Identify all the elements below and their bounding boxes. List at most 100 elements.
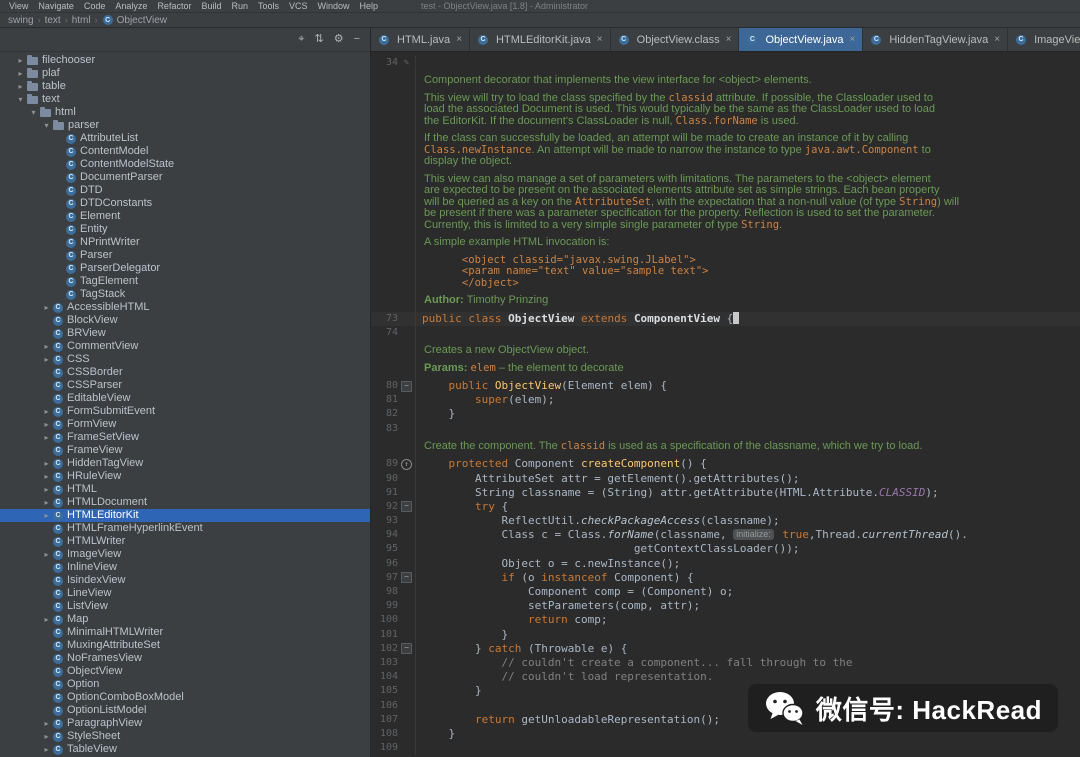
code-line-96[interactable]: 96 Object o = c.newInstance(); — [371, 556, 1080, 571]
close-icon[interactable]: × — [994, 34, 1000, 45]
code-line-81[interactable]: 81 super(elem); — [371, 393, 1080, 408]
tree-item-tagelement[interactable]: C TagElement — [0, 275, 370, 288]
tree-item-cssborder[interactable]: C CSSBorder — [0, 366, 370, 379]
tree-item-css[interactable]: ▸ C CSS — [0, 353, 370, 366]
code-line-95[interactable]: 95 getContextClassLoader()); — [371, 542, 1080, 557]
code-line-109[interactable]: 109 — [371, 741, 1080, 756]
menu-item-run[interactable]: Run — [226, 1, 253, 11]
override-marker-icon[interactable]: ↑ — [401, 458, 412, 470]
project-tree[interactable]: ▸ filechooser ▸ plaf ▸ table ▾ text ▾ html ▾ parser… — [0, 52, 370, 757]
fold-icon[interactable]: − — [401, 643, 412, 655]
chevron-closed-icon[interactable]: ▸ — [41, 353, 52, 366]
tree-item-optioncomboboxmodel[interactable]: C OptionComboBoxModel — [0, 691, 370, 704]
code-line-99[interactable]: 99 setParameters(comp, attr); — [371, 599, 1080, 614]
tree-item-element[interactable]: C Element — [0, 210, 370, 223]
close-icon[interactable]: × — [597, 34, 603, 45]
tree-item-htmlwriter[interactable]: C HTMLWriter — [0, 535, 370, 548]
settings-icon[interactable]: ⚙ — [334, 34, 344, 45]
tree-item-stylesheet[interactable]: ▸ C StyleSheet — [0, 730, 370, 743]
tree-item-entity[interactable]: C Entity — [0, 223, 370, 236]
tree-item-accessiblehtml[interactable]: ▸ C AccessibleHTML — [0, 301, 370, 314]
chevron-closed-icon[interactable]: ▸ — [41, 301, 52, 314]
breadcrumb-item-text[interactable]: text — [45, 15, 61, 26]
tree-item-framesetview[interactable]: ▸ C FrameSetView — [0, 431, 370, 444]
tree-item-hruleview[interactable]: ▸ C HRuleView — [0, 470, 370, 483]
tab-imageview.java[interactable]: CImageView.java× — [1008, 28, 1080, 51]
tree-item-tableview[interactable]: ▸ C TableView — [0, 743, 370, 756]
tab-html.java[interactable]: C HTML.java × — [371, 28, 471, 51]
tree-item-paragraphview[interactable]: ▸ C ParagraphView — [0, 717, 370, 730]
fold-icon[interactable]: − — [401, 572, 412, 584]
code-line-83[interactable]: 83 — [371, 421, 1080, 436]
rendered-doc-toggle-icon[interactable]: ✎ — [404, 58, 409, 68]
sort-icon[interactable]: ⇅ — [314, 34, 323, 45]
tab-objectview.class[interactable]: C ObjectView.class × — [611, 28, 740, 51]
code-line-74[interactable]: 74 — [371, 325, 1080, 341]
code-line-94[interactable]: 94 Class c = Class.forName(classname, in… — [371, 528, 1080, 543]
chevron-closed-icon[interactable]: ▸ — [41, 431, 52, 444]
fold-icon[interactable]: − — [401, 380, 412, 392]
locate-icon[interactable]: ⌖ — [298, 34, 304, 45]
tree-item-attributelist[interactable]: C AttributeList — [0, 132, 370, 145]
close-icon[interactable]: × — [726, 34, 732, 45]
tree-item-formsubmitevent[interactable]: ▸ C FormSubmitEvent — [0, 405, 370, 418]
tree-item-map[interactable]: ▸ C Map — [0, 613, 370, 626]
tree-item-dtd[interactable]: C DTD — [0, 184, 370, 197]
fold-icon[interactable]: − — [401, 501, 412, 513]
tree-item-blockview[interactable]: C BlockView — [0, 314, 370, 327]
tree-item-filechooser[interactable]: ▸ filechooser — [0, 54, 370, 67]
tree-item-documentparser[interactable]: C DocumentParser — [0, 171, 370, 184]
chevron-closed-icon[interactable]: ▸ — [41, 717, 52, 730]
menu-item-view[interactable]: View — [4, 1, 33, 11]
tree-item-htmlframehyperlinkevent[interactable]: C HTMLFrameHyperlinkEvent — [0, 522, 370, 535]
hide-icon[interactable]: − — [354, 34, 360, 45]
chevron-closed-icon[interactable]: ▸ — [41, 483, 52, 496]
chevron-closed-icon[interactable]: ▸ — [41, 730, 52, 743]
tree-item-optionlistmodel[interactable]: C OptionListModel — [0, 704, 370, 717]
tree-item-muxingattributeset[interactable]: C MuxingAttributeSet — [0, 639, 370, 652]
tree-item-nprintwriter[interactable]: C NPrintWriter — [0, 236, 370, 249]
tree-item-dtdconstants[interactable]: C DTDConstants — [0, 197, 370, 210]
tree-item-plaf[interactable]: ▸ plaf — [0, 67, 370, 80]
tree-item-noframesview[interactable]: C NoFramesView — [0, 652, 370, 665]
menu-item-navigate[interactable]: Navigate — [33, 1, 79, 11]
chevron-open-icon[interactable]: ▾ — [28, 106, 39, 119]
tree-item-hiddentagview[interactable]: ▸ C HiddenTagView — [0, 457, 370, 470]
code-line-98[interactable]: 98 Component comp = (Component) o; — [371, 585, 1080, 600]
tree-item-commentview[interactable]: ▸ C CommentView — [0, 340, 370, 353]
code-line-90[interactable]: 90 AttributeSet attr = getElement().getA… — [371, 471, 1080, 486]
code-line-97[interactable]: 97− if (o instanceof Component) { — [371, 570, 1080, 585]
code-line-93[interactable]: 93 ReflectUtil.checkPackageAccess(classn… — [371, 514, 1080, 529]
code-line-73[interactable]: 73 public class ObjectView extends Compon… — [371, 311, 1080, 326]
tree-item-minimalhtmlwriter[interactable]: C MinimalHTMLWriter — [0, 626, 370, 639]
tree-item-frameview[interactable]: C FrameView — [0, 444, 370, 457]
tree-item-option[interactable]: C Option — [0, 678, 370, 691]
chevron-closed-icon[interactable]: ▸ — [41, 613, 52, 626]
chevron-closed-icon[interactable]: ▸ — [41, 743, 52, 756]
chevron-closed-icon[interactable]: ▸ — [15, 54, 26, 67]
chevron-closed-icon[interactable]: ▸ — [41, 340, 52, 353]
tree-item-inlineview[interactable]: C InlineView — [0, 561, 370, 574]
chevron-closed-icon[interactable]: ▸ — [15, 80, 26, 93]
menu-item-code[interactable]: Code — [79, 1, 111, 11]
menu-item-vcs[interactable]: VCS — [284, 1, 313, 11]
tree-item-parserdelegator[interactable]: C ParserDelegator — [0, 262, 370, 275]
code-line-89[interactable]: 89 ↑ protected Component createComponent(… — [371, 457, 1080, 472]
tree-item-listview[interactable]: C ListView — [0, 600, 370, 613]
tab-htmleditorkit.java[interactable]: C HTMLEditorKit.java × — [470, 28, 611, 51]
code-line-100[interactable]: 100 return comp; — [371, 613, 1080, 628]
menu-item-analyze[interactable]: Analyze — [110, 1, 152, 11]
code-line-82[interactable]: 82 } — [371, 407, 1080, 422]
tree-item-html[interactable]: ▾ html — [0, 106, 370, 119]
tree-item-contentmodel[interactable]: C ContentModel — [0, 145, 370, 158]
code-line-104[interactable]: 104 // couldn't load representation. — [371, 670, 1080, 685]
chevron-closed-icon[interactable]: ▸ — [41, 548, 52, 561]
chevron-open-icon[interactable]: ▾ — [15, 93, 26, 106]
chevron-closed-icon[interactable]: ▸ — [15, 67, 26, 80]
code-line-91[interactable]: 91 String classname = (String) attr.getA… — [371, 485, 1080, 500]
menu-item-build[interactable]: Build — [196, 1, 226, 11]
breadcrumb-item-objectview[interactable]: ObjectView — [117, 15, 167, 26]
tree-item-objectview[interactable]: C ObjectView — [0, 665, 370, 678]
tree-item-imageview[interactable]: ▸ C ImageView — [0, 548, 370, 561]
tree-item-htmleditorkit[interactable]: ▸ C HTMLEditorKit — [0, 509, 370, 522]
